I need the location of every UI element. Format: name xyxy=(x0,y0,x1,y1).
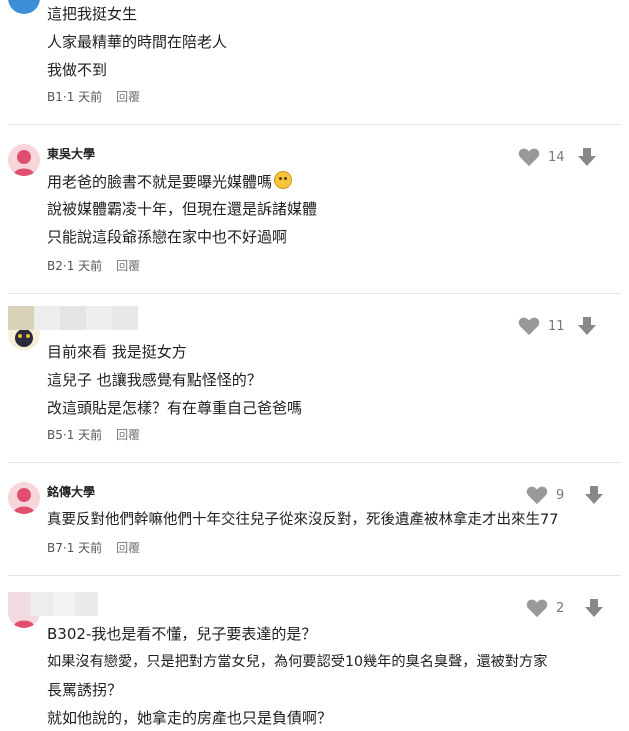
female-avatar-icon xyxy=(13,488,35,514)
heart-icon[interactable] xyxy=(526,598,548,618)
comment-list: 這把我挺女生 人家最精華的時間在陪老人 我做不到 B1·1 天前 回覆 東吳大學 … xyxy=(0,0,629,731)
comment-line: 這兒子 也讓我感覺有點怪怪的？ xyxy=(47,371,262,389)
comment-meta: B7·1 天前 回覆 xyxy=(47,540,140,556)
vote-controls: 14 xyxy=(518,146,597,168)
author-name[interactable]: 東吳大學 xyxy=(47,146,95,162)
heart-icon[interactable] xyxy=(518,147,540,167)
avatar[interactable] xyxy=(8,144,40,176)
post-time: 1 天前 xyxy=(66,428,103,442)
comment-line: 我做不到 xyxy=(47,61,108,79)
like-count: 14 xyxy=(548,149,565,165)
down-arrow-icon[interactable] xyxy=(584,598,604,618)
comment-meta: B5·1 天前 回覆 xyxy=(47,427,140,443)
reply-button[interactable]: 回覆 xyxy=(116,541,140,555)
female-avatar-icon xyxy=(13,150,35,176)
post-time: 1 天前 xyxy=(66,90,103,104)
avatar[interactable] xyxy=(8,0,40,14)
like-count: 9 xyxy=(556,487,565,503)
floor-number: B2 xyxy=(47,259,63,273)
comment-line: 只能說這段爺孫戀在家中也不好過啊 xyxy=(47,228,288,246)
down-arrow-icon[interactable] xyxy=(577,316,597,336)
comment-line: 改這頭貼是怎樣？有在尊重自己爸爸嗎 xyxy=(47,399,303,417)
down-arrow-icon[interactable] xyxy=(577,147,597,167)
comment-line: 真要反對他們幹嘛他們十年交往兒子從來沒反對，死後遺產被林拿走才出來生77 xyxy=(47,512,559,528)
divider xyxy=(8,462,621,463)
heart-icon[interactable] xyxy=(526,485,548,505)
floor-number: B5 xyxy=(47,428,63,442)
blurred-author-name xyxy=(8,592,98,616)
heart-icon[interactable] xyxy=(518,316,540,336)
comment-line: 用老爸的臉書不就是要曝光媒體嗎 xyxy=(47,171,293,192)
reply-button[interactable]: 回覆 xyxy=(116,428,140,442)
comment-meta: B2·1 天前 回覆 xyxy=(47,258,140,274)
divider xyxy=(8,575,621,576)
comment-text: 用老爸的臉書不就是要曝光媒體嗎 xyxy=(47,173,273,191)
divider xyxy=(8,293,621,294)
vote-controls: 2 xyxy=(526,597,604,619)
reply-button[interactable]: 回覆 xyxy=(116,90,140,104)
reply-button[interactable]: 回覆 xyxy=(116,259,140,273)
comment-line: 說被媒體霸凌十年，但現在還是訴諸媒體 xyxy=(47,200,318,218)
comment-line: B302-我也是看不懂，兒子要表達的是？ xyxy=(47,625,317,643)
vote-controls: 11 xyxy=(518,315,597,337)
vote-controls: 9 xyxy=(526,484,604,506)
comment-line: 人家最精華的時間在陪老人 xyxy=(47,33,228,51)
post-time: 1 天前 xyxy=(66,259,103,273)
divider xyxy=(8,124,621,125)
avatar[interactable] xyxy=(8,482,40,514)
smile-emoji-icon xyxy=(274,171,293,189)
author-name[interactable]: 銘傳大學 xyxy=(47,484,95,500)
comment-line: 長罵誘拐？ xyxy=(47,681,123,699)
blurred-author-name xyxy=(8,306,138,330)
post-time: 1 天前 xyxy=(66,541,103,555)
comment-line: 這把我挺女生 xyxy=(47,5,138,23)
comment-meta: B1·1 天前 回覆 xyxy=(47,89,140,105)
like-count: 2 xyxy=(556,600,565,616)
like-count: 11 xyxy=(548,318,565,334)
down-arrow-icon[interactable] xyxy=(584,485,604,505)
floor-number: B7 xyxy=(47,541,63,555)
comment-line: 如果沒有戀愛，只是把對方當女兒，為何要認受10幾年的臭名臭聲，還被對方家 xyxy=(47,654,548,670)
comment-line: 目前來看 我是挺女方 xyxy=(47,343,187,361)
comment-line: 就如他說的，她拿走的房產也只是負債啊？ xyxy=(47,709,333,727)
floor-number: B1 xyxy=(47,90,63,104)
